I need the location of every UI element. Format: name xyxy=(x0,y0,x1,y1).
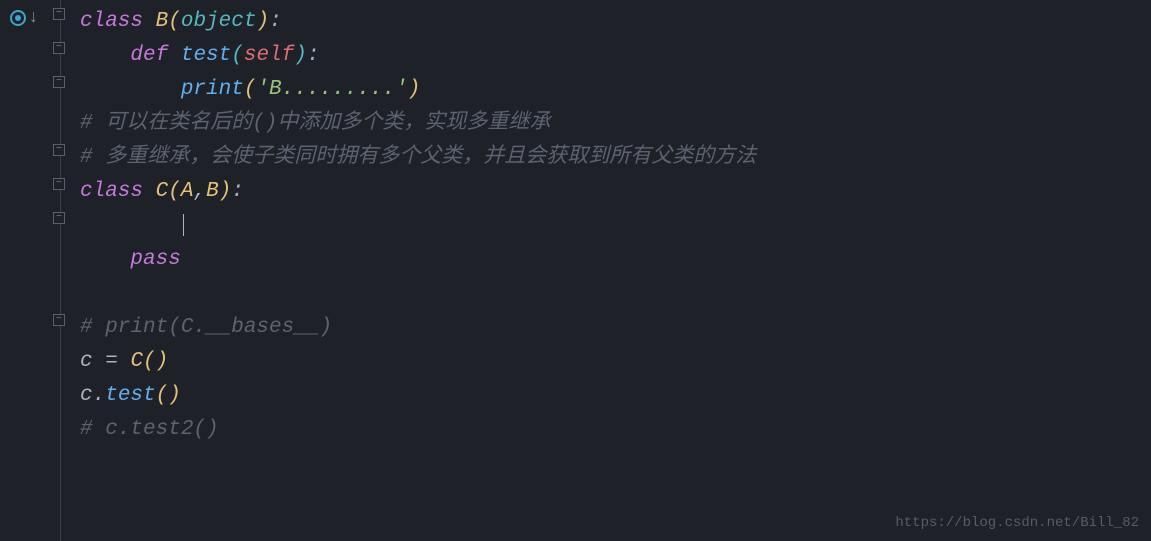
operator: = xyxy=(105,350,118,373)
paren: ( xyxy=(244,78,257,101)
paren: ) xyxy=(219,180,232,203)
class-name: B xyxy=(156,10,169,33)
code-content[interactable]: class B(object): def test(self): print('… xyxy=(68,0,1151,541)
class-name: C xyxy=(156,180,169,203)
fold-marker[interactable]: − xyxy=(53,212,65,224)
code-line: c.test() xyxy=(80,379,1151,413)
code-line: class B(object): xyxy=(80,5,1151,39)
variable: c xyxy=(80,350,93,373)
keyword: class xyxy=(80,180,143,203)
paren: () xyxy=(156,384,181,407)
fold-marker[interactable]: − xyxy=(53,42,65,54)
keyword: def xyxy=(130,44,168,67)
code-line: # 多重继承，会使子类同时拥有多个父类，并且会获取到所有父类的方法 xyxy=(80,141,1151,175)
down-arrow-icon: ↓ xyxy=(28,8,39,28)
fold-marker[interactable]: − xyxy=(53,314,65,326)
code-line: class C(A,B): xyxy=(80,175,1151,209)
comment: # 多重继承，会使子类同时拥有多个父类，并且会获取到所有父类的方法 xyxy=(80,146,756,169)
paren: ) xyxy=(408,78,421,101)
fold-marker[interactable]: − xyxy=(53,144,65,156)
comment: # print(C.__bases__) xyxy=(80,316,332,339)
watermark: https://blog.csdn.net/Bill_82 xyxy=(895,515,1139,531)
paren: ) xyxy=(294,44,307,67)
colon: : xyxy=(231,180,244,203)
paren: ) xyxy=(256,10,269,33)
fold-marker[interactable]: − xyxy=(53,178,65,190)
string-literal: 'B.........' xyxy=(256,78,407,101)
dot: . xyxy=(93,384,106,407)
circle-icon xyxy=(10,10,26,26)
code-editor[interactable]: ↓ − − − − − − − class B(object): def tes… xyxy=(0,0,1151,541)
code-line: # c.test2() xyxy=(80,413,1151,447)
editor-gutter: ↓ − − − − − − − xyxy=(0,0,68,541)
class-ref: B xyxy=(206,180,219,203)
method-call: test xyxy=(105,384,155,407)
fold-marker[interactable]: − xyxy=(53,76,65,88)
text-cursor xyxy=(183,214,184,236)
comment: # 可以在类名后的()中添加多个类，实现多重继承 xyxy=(80,112,550,135)
code-line: # print(C.__bases__) xyxy=(80,311,1151,345)
function-name: test xyxy=(181,44,231,67)
keyword: class xyxy=(80,10,143,33)
fold-marker[interactable]: − xyxy=(53,8,65,20)
paren: () xyxy=(143,350,168,373)
variable: c xyxy=(80,384,93,407)
code-line: pass xyxy=(80,243,1151,277)
colon: : xyxy=(307,44,320,67)
class-ref: A xyxy=(181,180,194,203)
code-line xyxy=(80,209,1151,243)
function-call: print xyxy=(181,78,244,101)
keyword: pass xyxy=(130,248,180,271)
code-line: # 可以在类名后的()中添加多个类，实现多重继承 xyxy=(80,107,1151,141)
paren: ( xyxy=(168,180,181,203)
paren: ( xyxy=(231,44,244,67)
code-line: def test(self): xyxy=(80,39,1151,73)
code-line: print('B.........') xyxy=(80,73,1151,107)
gutter-implement-icon[interactable]: ↓ xyxy=(10,8,39,28)
code-line xyxy=(80,277,1151,311)
comment: # c.test2() xyxy=(80,418,219,441)
colon: : xyxy=(269,10,282,33)
builtin-type: object xyxy=(181,10,257,33)
code-line: c = C() xyxy=(80,345,1151,379)
class-call: C xyxy=(130,350,143,373)
comma: , xyxy=(193,180,206,203)
paren: ( xyxy=(168,10,181,33)
param-self: self xyxy=(244,44,294,67)
